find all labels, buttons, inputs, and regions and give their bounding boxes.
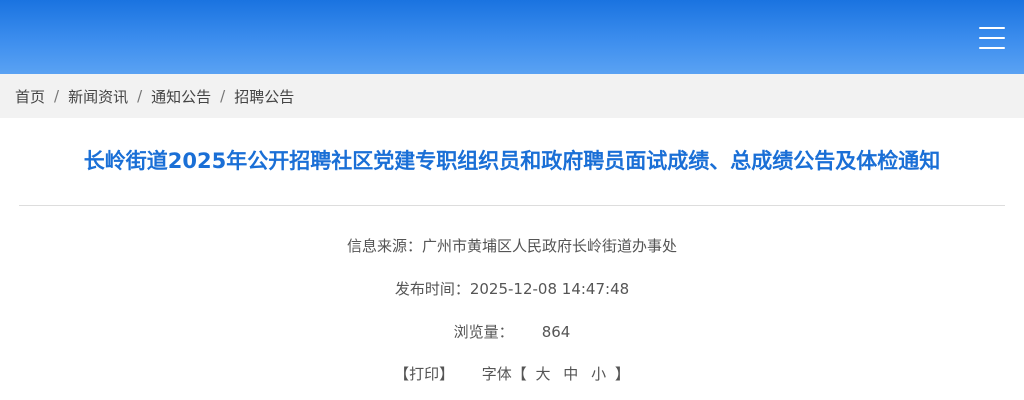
- font-size-large-button[interactable]: 大: [535, 365, 550, 383]
- title-divider: [19, 205, 1005, 206]
- article-title: 长岭街道2025年公开招聘社区党建专职组织员和政府聘员面试成绩、总成绩公告及体检…: [83, 149, 941, 173]
- info-source-label: 信息来源：: [346, 237, 422, 255]
- article-tools: 【打印】 字体【 大 中 小 】: [0, 363, 1024, 384]
- publish-time-label: 发布时间：: [394, 280, 470, 298]
- menu-line: [979, 27, 1005, 29]
- menu-line: [979, 47, 1005, 49]
- info-source-value: 广州市黄埔区人民政府长岭街道办事处: [422, 237, 678, 255]
- breadcrumb-news[interactable]: 新闻资讯: [68, 86, 128, 107]
- breadcrumb-home[interactable]: 首页: [15, 86, 45, 107]
- view-count: 浏览量： 864: [0, 321, 1024, 342]
- site-header: [0, 0, 1024, 74]
- publish-time-value: 2025-12-08 14:47:48: [469, 280, 630, 298]
- breadcrumb-separator: /: [220, 87, 226, 105]
- breadcrumb-separator: /: [137, 87, 143, 105]
- font-size-small-button[interactable]: 小: [591, 365, 606, 383]
- breadcrumb-recruitment[interactable]: 招聘公告: [234, 86, 294, 107]
- hamburger-menu-icon[interactable]: [979, 26, 1007, 50]
- font-size-medium-button[interactable]: 中: [563, 365, 578, 383]
- breadcrumb-separator: /: [54, 87, 60, 105]
- publish-time: 发布时间：2025-12-08 14:47:48: [0, 278, 1024, 299]
- menu-line: [979, 37, 1005, 39]
- view-count-value: 864: [541, 323, 571, 341]
- breadcrumb: 首页 / 新闻资讯 / 通知公告 / 招聘公告: [0, 74, 1024, 118]
- info-source: 信息来源：广州市黄埔区人民政府长岭街道办事处: [0, 235, 1024, 256]
- print-button[interactable]: 【打印】: [394, 365, 454, 383]
- font-size-label: 字体【: [481, 365, 527, 383]
- font-size-close-bracket: 】: [614, 365, 630, 383]
- view-count-label: 浏览量：: [453, 323, 514, 341]
- breadcrumb-notices[interactable]: 通知公告: [151, 86, 211, 107]
